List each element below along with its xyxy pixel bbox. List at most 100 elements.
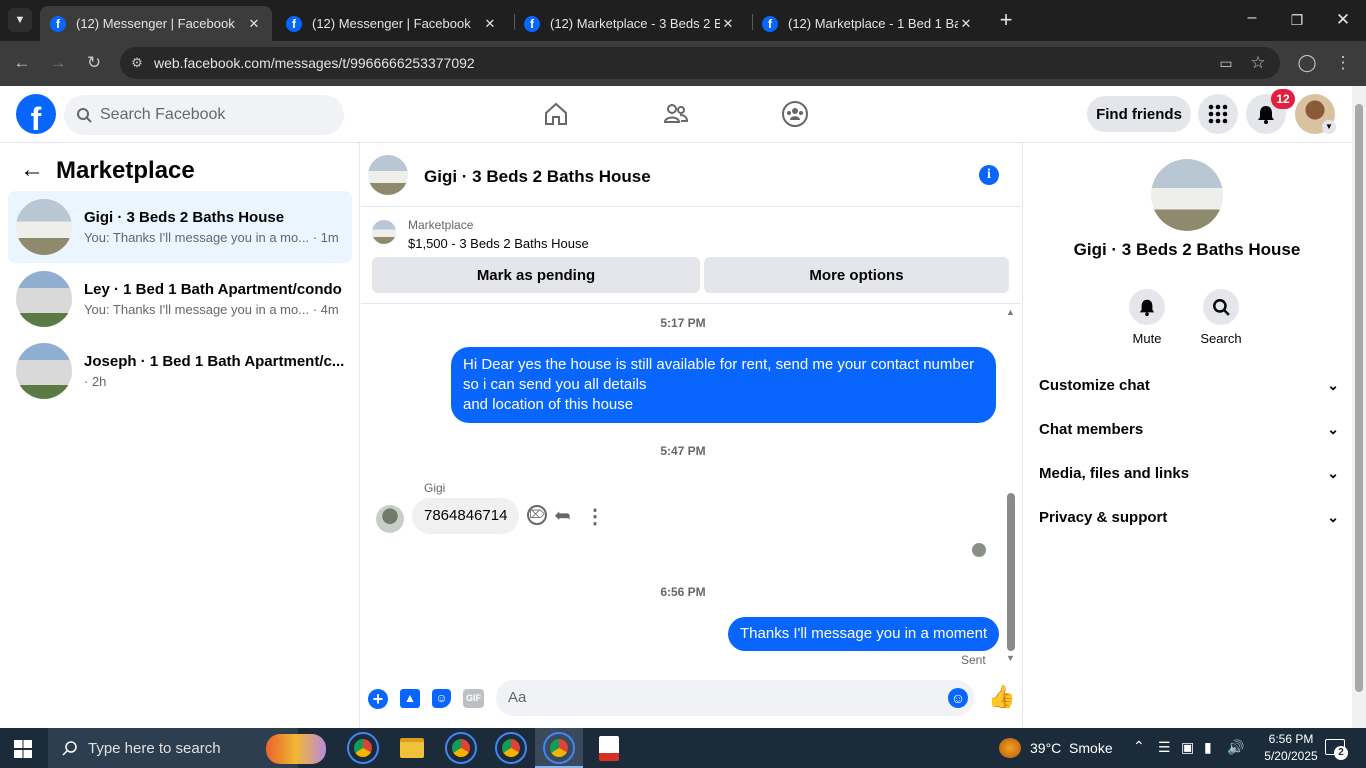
profile-icon[interactable]: ◯: [1297, 53, 1317, 73]
taskbar-search-box[interactable]: Type here to search: [48, 728, 298, 768]
chat-scroll-down-icon[interactable]: ▼: [1006, 653, 1015, 663]
facebook-favicon-icon: f: [762, 15, 778, 32]
search-icon: [62, 741, 77, 756]
back-arrow-icon[interactable]: ←: [20, 158, 44, 183]
add-more-icon[interactable]: +: [368, 689, 388, 709]
sticker-icon[interactable]: ☺: [432, 689, 451, 708]
groups-icon: [782, 101, 808, 127]
url-field[interactable]: ⚙ web.facebook.com/messages/t/9966666253…: [120, 47, 1280, 79]
attach-photo-icon[interactable]: ▲: [400, 689, 420, 708]
reload-icon[interactable]: ↻: [84, 53, 104, 73]
menu-button[interactable]: [1198, 94, 1238, 134]
new-tab-icon[interactable]: +: [994, 8, 1018, 32]
conversation-item[interactable]: Ley · 1 Bed 1 Bath Apartment/condo You: …: [8, 263, 352, 335]
chrome-active-icon[interactable]: [543, 732, 575, 764]
nav-friends[interactable]: [636, 86, 716, 142]
outgoing-message: Hi Dear yes the house is still available…: [451, 347, 996, 423]
chat-title[interactable]: Gigi · 3 Beds 2 Baths House: [424, 167, 651, 187]
browser-tab-marketplace-apartment[interactable]: f (12) Marketplace - 1 Bed 1 Bath ✕: [752, 6, 984, 41]
notification-badge: 12: [1271, 89, 1295, 109]
more-actions-icon[interactable]: ⋮: [585, 504, 605, 529]
message-input-placeholder: Aa: [508, 689, 527, 706]
tab-title: (12) Messenger | Facebook: [312, 16, 471, 31]
more-options-button[interactable]: More options: [704, 257, 1009, 293]
close-window-icon[interactable]: ✕: [1331, 8, 1355, 32]
clock-time[interactable]: 6:56 PM: [1256, 732, 1326, 746]
page-scrollbar[interactable]: [1352, 86, 1366, 728]
volume-icon[interactable]: 🔊: [1227, 739, 1244, 756]
info-icon[interactable]: i: [979, 165, 999, 185]
close-tab-icon[interactable]: ✕: [720, 16, 736, 32]
chevron-down-icon: ⌄: [1327, 420, 1339, 437]
timestamp-divider: 6:56 PM: [660, 585, 706, 599]
listing-avatar[interactable]: [1151, 159, 1223, 231]
chrome-profile-gd-icon[interactable]: [495, 732, 527, 764]
gif-icon[interactable]: GIF: [463, 689, 484, 708]
file-explorer-icon[interactable]: [400, 738, 424, 758]
facebook-search-input[interactable]: Search Facebook: [64, 95, 344, 135]
tab-title: (12) Marketplace - 3 Beds 2 Bath: [550, 16, 720, 31]
sender-avatar[interactable]: [376, 505, 404, 533]
message-line: Hi Dear yes the house is still available…: [463, 356, 975, 373]
minimize-window-icon[interactable]: –: [1240, 8, 1264, 32]
install-app-icon[interactable]: ▭: [1216, 53, 1236, 73]
chrome-profile-icon[interactable]: [347, 732, 379, 764]
facebook-logo-icon[interactable]: f: [16, 94, 56, 134]
listing-banner: Marketplace $1,500 - 3 Beds 2 Baths Hous…: [361, 208, 1021, 304]
mark-as-pending-button[interactable]: Mark as pending: [372, 257, 700, 293]
customize-chat-section[interactable]: Customize chat ⌄: [1039, 363, 1339, 407]
search-chat-button[interactable]: Search: [1199, 289, 1243, 346]
listing-price-title[interactable]: $1,500 - 3 Beds 2 Baths House: [408, 236, 589, 251]
meet-now-icon[interactable]: ▣: [1181, 739, 1194, 756]
browser-tab-messenger-1[interactable]: f (12) Messenger | Facebook ✕: [40, 6, 272, 41]
battery-icon[interactable]: ▮: [1204, 739, 1212, 756]
like-thumb-icon[interactable]: 👍: [988, 684, 1015, 710]
message-line: so i can send you all details: [463, 376, 647, 393]
tab-search-button[interactable]: ▼: [8, 8, 32, 32]
chrome-icon[interactable]: [445, 732, 477, 764]
conversation-item[interactable]: Joseph · 1 Bed 1 Bath Apartment/c... · 2…: [8, 335, 352, 407]
windows-start-icon[interactable]: [14, 740, 32, 758]
media-files-links-section[interactable]: Media, files and links ⌄: [1039, 451, 1339, 495]
back-arrow-icon[interactable]: ←: [12, 53, 32, 73]
restore-window-icon[interactable]: ❐: [1285, 8, 1309, 32]
search-highlight-icon[interactable]: [266, 734, 326, 764]
windows-taskbar: Type here to search 39°C Smoke ⌃ ☰ ▣ ▮ 🔊…: [0, 728, 1366, 768]
find-friends-button[interactable]: Find friends: [1087, 96, 1191, 132]
nav-groups[interactable]: [755, 86, 835, 142]
clock-date[interactable]: 5/20/2025: [1256, 749, 1326, 763]
listing-thumbnail[interactable]: [372, 220, 396, 244]
browser-tab-marketplace-house[interactable]: f (12) Marketplace - 3 Beds 2 Bath ✕: [514, 6, 746, 41]
conversation-name: Gigi · 3 Beds 2 Baths House: [84, 209, 285, 226]
close-tab-icon[interactable]: ✕: [958, 16, 974, 32]
close-tab-icon[interactable]: ✕: [482, 16, 498, 32]
pdf-document-icon[interactable]: [599, 736, 619, 761]
weather-text[interactable]: 39°C Smoke: [1030, 740, 1113, 756]
chat-scroll-up-icon[interactable]: ▲: [1006, 307, 1015, 317]
site-info-icon[interactable]: ⚙: [120, 55, 154, 71]
nav-home[interactable]: [516, 86, 596, 142]
conversation-item[interactable]: Gigi · 3 Beds 2 Baths House You: Thanks …: [8, 191, 352, 263]
browser-menu-icon[interactable]: ⋮: [1333, 53, 1353, 73]
show-hidden-icons-chevron-up-icon[interactable]: ⌃: [1133, 738, 1145, 755]
chat-avatar[interactable]: [368, 155, 408, 195]
react-emoji-icon[interactable]: ⌦: [527, 505, 547, 525]
emoji-icon[interactable]: ☺: [948, 688, 968, 708]
browser-tab-bar: ▼ f (12) Messenger | Facebook ✕ f (12) M…: [0, 0, 1366, 41]
bookmark-star-icon[interactable]: ☆: [1248, 53, 1268, 73]
privacy-support-section[interactable]: Privacy & support ⌄: [1039, 495, 1339, 539]
weather-icon[interactable]: [999, 738, 1021, 758]
message-input[interactable]: Aa ☺: [496, 680, 974, 716]
mute-button[interactable]: Mute: [1129, 289, 1165, 346]
friends-icon: [663, 104, 689, 123]
facebook-favicon-icon: f: [524, 15, 540, 32]
close-tab-icon[interactable]: ✕: [246, 16, 262, 32]
page-scrollbar-thumb[interactable]: [1355, 104, 1363, 692]
network-icon[interactable]: ☰: [1158, 739, 1171, 756]
chat-header: Gigi · 3 Beds 2 Baths House i: [361, 143, 1021, 207]
reply-icon[interactable]: ➦: [554, 503, 571, 528]
forward-arrow-icon[interactable]: →: [48, 53, 68, 73]
chat-members-section[interactable]: Chat members ⌄: [1039, 407, 1339, 451]
browser-tab-messenger-2[interactable]: f (12) Messenger | Facebook ✕: [276, 6, 508, 41]
chat-scrollbar-thumb[interactable]: [1007, 493, 1015, 651]
